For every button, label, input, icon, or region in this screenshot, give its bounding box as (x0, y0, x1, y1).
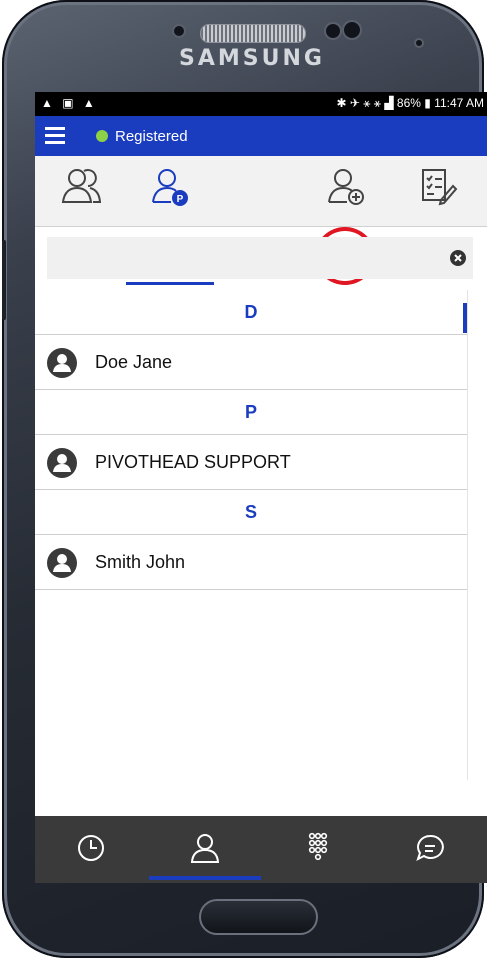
sensor-dot (414, 38, 424, 48)
registration-status-dot (96, 130, 108, 142)
nav-contacts[interactable] (185, 828, 225, 868)
avatar-icon (47, 548, 77, 578)
contact-row[interactable]: Smith John (35, 535, 467, 590)
nav-history[interactable] (71, 828, 111, 868)
contact-row[interactable]: Doe Jane (35, 335, 467, 390)
avatar-icon (47, 448, 77, 478)
front-camera-lens-icon (342, 20, 362, 40)
tab-group-contacts[interactable] (57, 162, 105, 210)
section-header-p: P (35, 390, 467, 435)
contact-name: Doe Jane (95, 352, 173, 372)
contact-name: PIVOTHEAD SUPPORT (95, 452, 291, 472)
hamburger-menu-icon[interactable] (45, 127, 65, 145)
section-header-s: S (35, 490, 467, 535)
home-button[interactable] (199, 899, 318, 935)
proximity-sensor (172, 24, 186, 38)
earpiece-speaker (200, 24, 306, 43)
contact-name: Smith John (95, 552, 186, 572)
tab-add-contact[interactable] (321, 162, 369, 210)
history-clock-icon (78, 835, 104, 861)
front-camera-icon (324, 22, 342, 40)
edit-list-icon (422, 169, 458, 206)
app-bar: Registered (35, 116, 487, 156)
nav-chat[interactable] (410, 828, 450, 868)
dialpad-icon (308, 832, 328, 861)
tab-edit-list[interactable] (413, 162, 461, 210)
list-scroll-track (467, 290, 468, 780)
contact-row[interactable]: PIVOTHEAD SUPPORT (35, 435, 467, 490)
contact-list: D Doe Jane P PIVOTHEAD SUPPORT S Smith J… (35, 290, 467, 590)
search-field[interactable] (47, 237, 473, 279)
app-screen: ▲ ▣ ▲ ✱ ✈ ⚹ ⚹ ▟ 86% ▮ 11:47 AM Registere… (35, 92, 487, 883)
status-bar: ▲ ▣ ▲ ✱ ✈ ⚹ ⚹ ▟ 86% ▮ 11:47 AM (35, 92, 487, 116)
nav-dialpad[interactable] (298, 828, 338, 868)
registration-status: Registered (115, 128, 188, 145)
device-brand: SAMSUNG (179, 46, 325, 71)
personal-contacts-icon: P (152, 169, 188, 206)
clear-search-icon[interactable] (449, 249, 467, 267)
phone-frame: SAMSUNG ▲ ▣ ▲ ✱ ✈ ⚹ ⚹ ▟ 86% ▮ 11:47 AM R… (2, 0, 487, 958)
group-contacts-icon (61, 169, 102, 203)
side-button (2, 240, 6, 320)
add-contact-icon (328, 169, 364, 205)
tab-personal-contacts[interactable]: P (145, 162, 193, 210)
scrollbar-thumb[interactable] (463, 303, 467, 333)
svg-text:P: P (177, 194, 184, 205)
contact-tabs: P (35, 156, 487, 285)
tab-selected-indicator (126, 282, 214, 285)
bottom-navigation (35, 816, 487, 883)
status-left-icons: ▲ ▣ ▲ (41, 96, 98, 110)
avatar-icon (47, 348, 77, 378)
contacts-person-icon (190, 834, 220, 863)
status-right-info: ✱ ✈ ⚹ ⚹ ▟ 86% ▮ 11:47 AM (336, 96, 484, 110)
nav-selected-indicator (149, 876, 261, 880)
section-header-d: D (35, 290, 467, 335)
chat-bubble-icon (416, 834, 444, 861)
